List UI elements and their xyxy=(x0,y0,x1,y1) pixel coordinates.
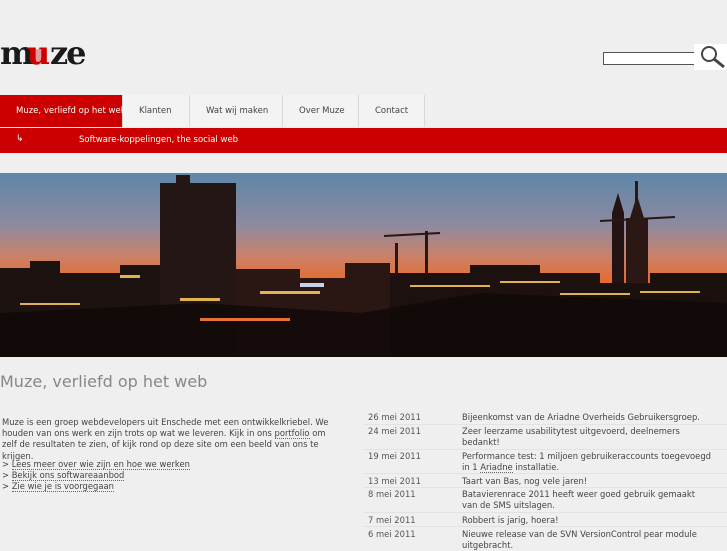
banner-image xyxy=(0,173,727,357)
link-prefix: > xyxy=(2,459,12,469)
page-title: Muze, verliefd op het web xyxy=(0,372,207,391)
portfolio-link[interactable]: portfolio xyxy=(275,428,310,439)
main-nav: Muze, verliefd op het web Klanten Wat wi… xyxy=(0,95,425,127)
list-item: > Zie wie je is voorgegaan xyxy=(2,481,190,492)
news-divider xyxy=(363,449,727,450)
news-text: Zeer leerzame usabilitytest uitgevoerd, … xyxy=(462,426,712,448)
news-divider xyxy=(363,473,727,474)
return-arrow-icon: ↳ xyxy=(16,134,24,144)
nav-item-contact[interactable]: Contact xyxy=(359,95,425,127)
muze-logo[interactable]: m u ze xyxy=(0,34,112,70)
news-text: Performance test: 1 miljoen gebruikeracc… xyxy=(462,451,712,473)
news-divider xyxy=(363,487,727,488)
news-date: 24 mei 2011 xyxy=(368,426,421,436)
news-text: Robbert is jarig, hoera! xyxy=(462,515,712,526)
news-date: 26 mei 2011 xyxy=(368,412,421,422)
news-date: 13 mei 2011 xyxy=(368,476,421,486)
list-item: > Bekijk ons softwareaanbod xyxy=(2,470,190,481)
news-divider xyxy=(363,512,727,513)
lees-meer-link[interactable]: Lees meer over wie zijn en hoe we werken xyxy=(12,459,190,470)
ariadne-link[interactable]: Ariadne xyxy=(480,462,512,473)
links-list: > Lees meer over wie zijn en hoe we werk… xyxy=(2,459,190,492)
news-date: 7 mei 2011 xyxy=(368,515,416,525)
news-text: Batavierenrace 2011 heeft weer goed gebr… xyxy=(462,489,712,511)
news-date: 8 mei 2011 xyxy=(368,489,416,499)
nav-item-over-muze[interactable]: Over Muze xyxy=(283,95,359,127)
nav-item-wat-wij-maken[interactable]: Wat wij maken xyxy=(190,95,283,127)
news-text-after: installatie. xyxy=(513,462,559,472)
sub-nav: ↳ Software-koppelingen, the social web xyxy=(0,128,727,153)
link-prefix: > xyxy=(2,481,12,491)
news-date: 6 mei 2011 xyxy=(368,529,416,539)
svg-text:ze: ze xyxy=(50,34,85,70)
search-icon[interactable] xyxy=(694,44,727,70)
news-divider xyxy=(363,526,727,527)
search-input[interactable] xyxy=(603,52,695,65)
news-text: Nieuwe release van de SVN VersionControl… xyxy=(462,529,712,551)
link-prefix: > xyxy=(2,470,12,480)
softwareaanbod-link[interactable]: Bekijk ons softwareaanbod xyxy=(12,470,125,481)
nav-item-klanten[interactable]: Klanten xyxy=(123,95,190,127)
nav-item-home[interactable]: Muze, verliefd op het web xyxy=(0,95,123,127)
news-text: Taart van Bas, nog vele jaren! xyxy=(462,476,712,487)
voorgegaan-link[interactable]: Zie wie je is voorgegaan xyxy=(12,481,114,492)
subnav-item-software[interactable]: Software-koppelingen, the social web xyxy=(79,135,238,145)
news-divider xyxy=(363,424,727,425)
list-item: > Lees meer over wie zijn en hoe we werk… xyxy=(2,459,190,470)
news-date: 19 mei 2011 xyxy=(368,451,421,461)
intro-text: Muze is een groep webdevelopers uit Ensc… xyxy=(2,417,332,462)
news-text: Bijeenkomst van de Ariadne Overheids Geb… xyxy=(462,412,712,423)
